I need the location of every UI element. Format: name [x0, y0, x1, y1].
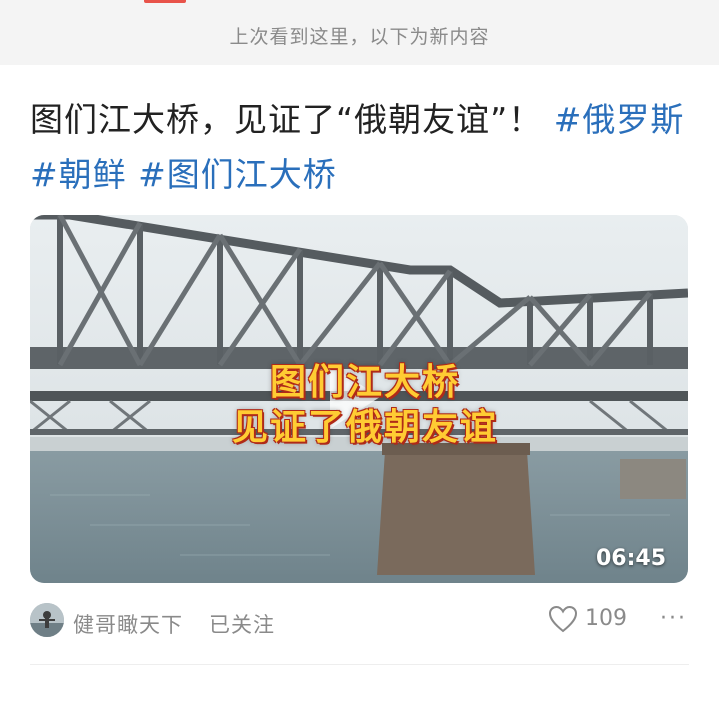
hashtag-tumen-bridge[interactable]: #图们江大桥 [138, 155, 337, 194]
hashtag-north-korea[interactable]: #朝鲜 [30, 155, 127, 194]
ellipsis-icon[interactable]: ··· [660, 606, 687, 631]
avatar-image [30, 603, 64, 637]
post-divider [30, 664, 689, 665]
video-overlay-title: 图们江大桥 见证了俄朝友谊 [210, 360, 520, 450]
author-avatar[interactable] [30, 603, 64, 637]
badge-marker [144, 0, 186, 3]
post-title[interactable]: 图们江大桥，见证了“俄朝友谊”！ #俄罗斯 #朝鲜 #图们江大桥 [30, 92, 695, 202]
read-position-banner: 上次看到这里，以下为新内容 [0, 0, 719, 65]
video-thumbnail[interactable]: 图们江大桥 见证了俄朝友谊 06:45 [30, 215, 688, 583]
heart-icon[interactable] [548, 605, 578, 633]
read-divider-text: 上次看到这里，以下为新内容 [229, 26, 490, 48]
like-count: 109 [585, 606, 627, 631]
author-name[interactable]: 健哥瞰天下 [73, 609, 183, 639]
overlay-line-1: 图们江大桥 [269, 362, 460, 403]
overlay-line-2: 见证了俄朝友谊 [231, 407, 498, 448]
follow-status[interactable]: 已关注 [209, 609, 275, 639]
hashtag-russia[interactable]: #俄罗斯 [554, 100, 685, 139]
post-title-text: 图们江大桥，见证了“俄朝友谊”！ [30, 100, 554, 139]
video-duration: 06:45 [595, 546, 666, 571]
